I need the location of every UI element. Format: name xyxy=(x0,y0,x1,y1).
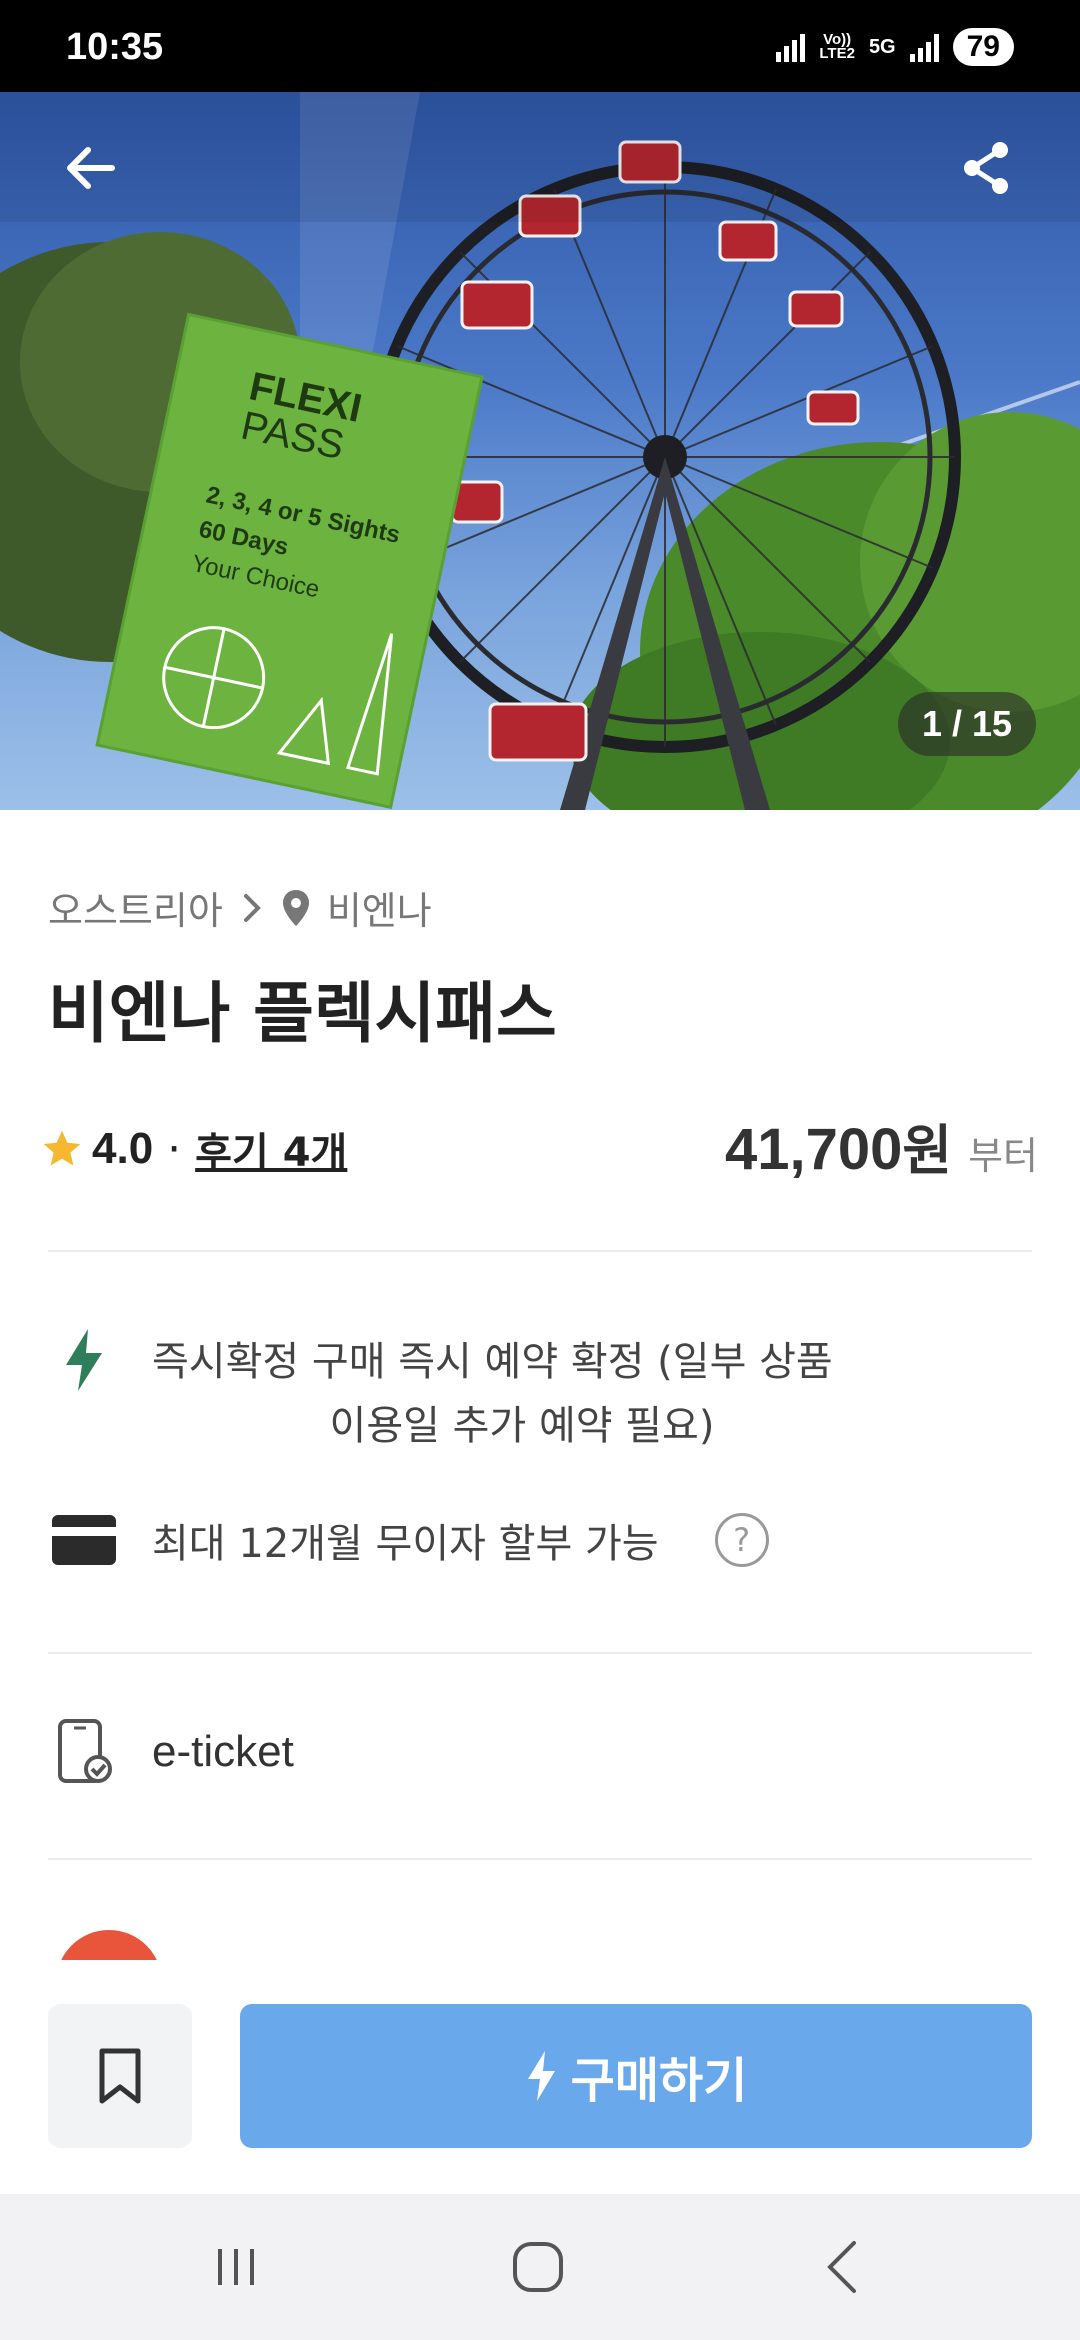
instant-confirm-line2: 이용일 추가 예약 필요) xyxy=(329,1403,715,1449)
reviews-link[interactable]: 후기 4개 xyxy=(195,1120,347,1178)
share-icon xyxy=(964,142,1008,194)
breadcrumb-country[interactable]: 오스트리아 xyxy=(48,880,223,935)
mobile-ticket-icon xyxy=(58,1719,112,1783)
back-button[interactable] xyxy=(62,140,126,204)
battery-indicator: 79 xyxy=(952,28,1014,66)
5g-indicator: 5G xyxy=(868,36,896,58)
installment-feature: 최대 12개월 무이자 할부 가능 ? xyxy=(48,1510,769,1570)
rating-row: 4.0 · 후기 4개 xyxy=(40,1120,347,1178)
recent-apps-button[interactable] xyxy=(176,2194,296,2340)
home-icon xyxy=(513,2242,563,2292)
partial-badge-icon xyxy=(56,1930,162,1960)
system-back-button[interactable] xyxy=(782,2194,902,2340)
page-title: 비엔나 플렉시패스 xyxy=(48,975,557,1052)
system-nav-bar xyxy=(0,2194,1080,2340)
lightning-bolt-icon xyxy=(66,1329,102,1391)
rating-score: 4.0 xyxy=(92,1124,154,1173)
bookmark-icon xyxy=(99,2048,141,2104)
hero-image[interactable]: FLEXI PASS 2, 3, 4 or 5 Sights 60 Days Y… xyxy=(0,92,1080,810)
help-icon[interactable]: ? xyxy=(714,1513,769,1567)
rating-separator: · xyxy=(167,1123,182,1175)
volte-indicator: Vo)) LTE2 xyxy=(819,31,855,62)
chevron-right-icon xyxy=(243,893,261,922)
breadcrumb: 오스트리아 비엔나 xyxy=(48,880,432,935)
home-button[interactable] xyxy=(478,2194,598,2340)
status-time: 10:35 xyxy=(66,26,164,68)
divider xyxy=(48,1858,1032,1860)
back-chevron-icon xyxy=(827,2241,856,2293)
bookmark-button[interactable] xyxy=(48,2004,192,2148)
buy-button[interactable]: 구매하기 xyxy=(240,2004,1032,2148)
credit-card-icon xyxy=(52,1515,116,1565)
ticket-type: e-ticket xyxy=(152,1727,294,1776)
divider xyxy=(48,1652,1032,1654)
installment-text: 최대 12개월 무이자 할부 가능 xyxy=(152,1521,659,1567)
price-suffix: 부터 xyxy=(968,1134,1038,1178)
star-icon xyxy=(43,1130,81,1166)
lightning-bolt-icon xyxy=(527,2051,555,2101)
buy-button-label: 구매하기 xyxy=(570,2053,748,2109)
price-amount: 41,700 xyxy=(724,1117,903,1182)
eticket-feature: e-ticket xyxy=(48,1719,294,1783)
image-counter: 1 / 15 xyxy=(898,692,1036,756)
price-currency: 원 xyxy=(902,1119,953,1182)
price: 41,700원 부터 xyxy=(725,1106,1038,1185)
signal-r-icon xyxy=(776,32,806,62)
instant-confirm-feature: 즉시확정 구매 즉시 예약 확정 (일부 상품 이용일 추가 예약 필요) xyxy=(48,1329,892,1458)
signal-icon xyxy=(909,32,939,62)
instant-confirm-line1: 즉시확정 구매 즉시 예약 확정 (일부 상품 xyxy=(152,1339,833,1385)
divider xyxy=(48,1250,1032,1252)
location-pin-icon xyxy=(282,889,309,926)
status-bar: 10:35 Vo)) LTE2 5G 79 xyxy=(0,0,1080,92)
recent-apps-icon xyxy=(218,2249,254,2285)
breadcrumb-city[interactable]: 비엔나 xyxy=(327,880,432,935)
share-button[interactable] xyxy=(960,140,1024,204)
status-icons: Vo)) LTE2 5G 79 xyxy=(776,28,1014,66)
arrow-left-icon xyxy=(67,147,115,189)
